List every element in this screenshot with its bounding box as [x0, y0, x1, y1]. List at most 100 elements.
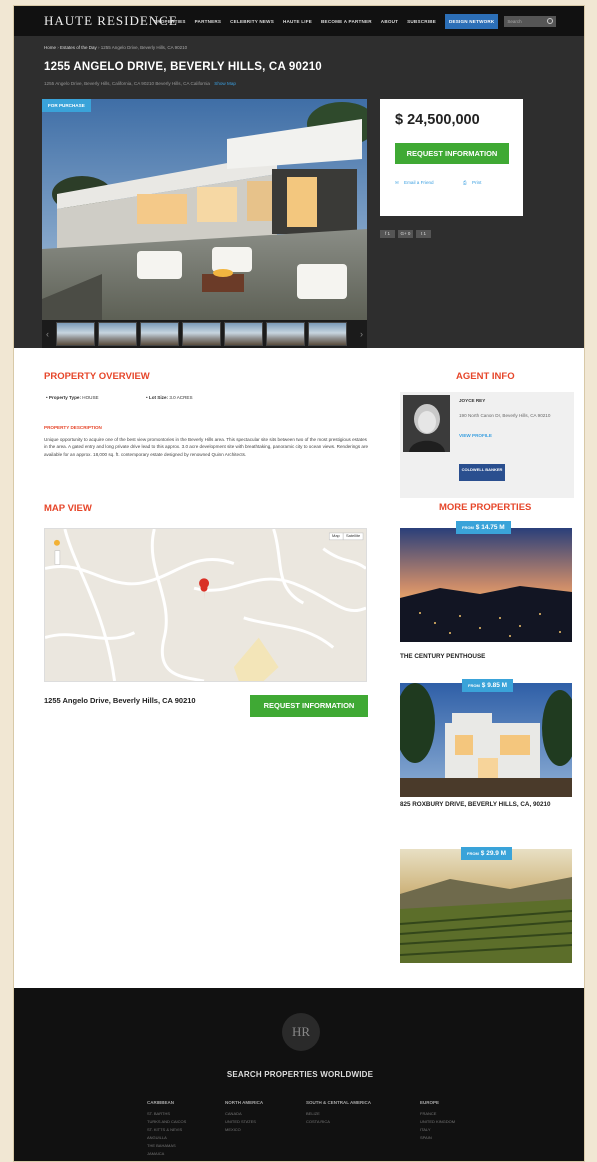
search-icon[interactable]	[547, 18, 554, 24]
search-input[interactable]: Search	[504, 15, 557, 27]
more-property-name[interactable]: THE CENTURY PENTHOUSE	[400, 651, 572, 662]
footer-heading: SEARCH PROPERTIES WORLDWIDE	[226, 1070, 374, 1079]
thumbnail[interactable]	[266, 322, 305, 346]
thumbnail[interactable]	[98, 322, 137, 346]
email-friend-link[interactable]: Email a Friend	[404, 180, 434, 185]
more-property-image[interactable]	[400, 683, 572, 797]
price-panel: $ 24,500,000 REQUEST INFORMATION ✉ Email…	[380, 99, 523, 216]
agent-address: 190 North Canon Dr, Beverly Hills, CA 90…	[459, 413, 551, 418]
map-view-heading: MAP VIEW	[44, 503, 92, 514]
lot-size: • Lot Size: 3.0 ACRES	[146, 395, 193, 400]
footer-link[interactable]: THE BAHAMAS	[147, 1143, 186, 1148]
footer-link[interactable]: CANADA	[225, 1111, 263, 1116]
footer-link[interactable]: ST. KITTS & NEVIS	[147, 1127, 186, 1132]
nav-item-celebrity-news[interactable]: CELEBRITY NEWS	[230, 19, 274, 24]
property-hero: Home › Estates of the Day › 1255 Angelo …	[14, 36, 584, 348]
property-type-value: HOUSE	[82, 395, 99, 400]
nav-item-design-network[interactable]: DESIGN NETWORK	[445, 13, 499, 29]
footer-column-south-central-america: SOUTH & CENTRAL AMERICA BELIZE COSTA RIC…	[306, 1100, 371, 1127]
envelope-icon: ✉	[395, 180, 399, 185]
more-property-price: $ 14.75 M	[475, 524, 505, 531]
more-property-price-tag: FROM $ 9.85 M	[462, 679, 514, 692]
agent-info-heading: AGENT INFO	[456, 371, 515, 382]
more-properties-heading: MORE PROPERTIES	[439, 502, 532, 513]
show-map-link[interactable]: Show Map	[214, 81, 236, 86]
property-address-text: 1255 Angelo Drive, Beverly Hills, Califo…	[44, 81, 210, 86]
main-nav: PROPERTIES PARTNERS CELEBRITY NEWS HAUTE…	[154, 13, 499, 29]
footer-link[interactable]: SPAIN	[420, 1135, 455, 1140]
footer-link[interactable]: TURKS AND CAICOS	[147, 1119, 186, 1124]
more-property-name[interactable]: 825 ROXBURY DRIVE, BEVERLY HILLS, CA, 90…	[400, 799, 572, 810]
more-property-price-tag: FROM $ 14.75 M	[456, 521, 511, 534]
price-prefix: FROM	[467, 851, 479, 856]
price-prefix: FROM	[462, 525, 474, 530]
footer-link[interactable]: JAMAICA	[147, 1151, 186, 1156]
thumbnail[interactable]	[140, 322, 179, 346]
nav-item-partners[interactable]: PARTNERS	[195, 19, 222, 24]
request-information-button[interactable]: REQUEST INFORMATION	[395, 143, 509, 164]
nav-item-haute-life[interactable]: HAUTE LIFE	[283, 19, 312, 24]
footer-link[interactable]: BELIZE	[306, 1111, 371, 1116]
thumbnail[interactable]	[182, 322, 221, 346]
agent-name: JOYCE REY	[459, 398, 486, 403]
footer-column-title: SOUTH & CENTRAL AMERICA	[306, 1100, 371, 1105]
property-main-photo[interactable]	[42, 99, 367, 320]
more-property-price: $ 9.85 M	[481, 682, 508, 689]
thumbs-next-icon[interactable]: ›	[360, 329, 363, 339]
breadcrumb-home[interactable]: Home	[44, 45, 56, 50]
footer-link[interactable]: MEXICO	[225, 1127, 263, 1132]
property-description: Unique opportunity to acquire one of the…	[44, 437, 369, 457]
site-logo[interactable]: HAUTE RESIDENCE	[44, 13, 177, 29]
thumbnail[interactable]	[56, 322, 95, 346]
thumbnail[interactable]	[308, 322, 347, 346]
footer-link[interactable]: UNITED KINGDOM	[420, 1119, 455, 1124]
search-placeholder: Search	[507, 18, 522, 24]
top-nav-bar: HAUTE RESIDENCE PROPERTIES PARTNERS CELE…	[14, 6, 584, 36]
nav-item-subscribe[interactable]: SUBSCRIBE	[407, 19, 436, 24]
thumbs-prev-icon[interactable]: ‹	[46, 329, 49, 339]
nav-item-properties[interactable]: PROPERTIES	[154, 19, 186, 24]
thumbnail[interactable]	[224, 322, 263, 346]
breadcrumb-parent[interactable]: Estates of the Day	[60, 45, 97, 50]
breadcrumb: Home › Estates of the Day › 1255 Angelo …	[44, 45, 188, 50]
more-property-price: $ 29.9 M	[480, 850, 507, 857]
footer-link[interactable]: ANGUILLA	[147, 1135, 186, 1140]
more-property-price-tag: FROM $ 29.9 M	[461, 847, 513, 860]
googleplus-share-button[interactable]: G+ 0	[398, 230, 413, 238]
page-title: 1255 ANGELO DRIVE, BEVERLY HILLS, CA 902…	[44, 61, 322, 73]
property-map[interactable]	[44, 528, 367, 682]
lot-size-label: Lot Size:	[148, 395, 169, 400]
footer-link[interactable]: ITALY	[420, 1127, 455, 1132]
footer-column-title: NORTH AMERICA	[225, 1100, 264, 1105]
request-information-button-bottom[interactable]: REQUEST INFORMATION	[250, 695, 368, 717]
map-type-map-button[interactable]: Map	[332, 533, 340, 538]
agent-card: JOYCE REY 190 North Canon Dr, Beverly Hi…	[400, 392, 574, 498]
footer-link[interactable]: UNITED STATES	[225, 1119, 263, 1124]
more-property-image[interactable]	[400, 528, 572, 642]
footer-link[interactable]: COSTA RICA	[306, 1119, 371, 1124]
more-property-image[interactable]	[400, 849, 572, 963]
photo-thumbnail-strip: ‹ ›	[42, 320, 367, 348]
breadcrumb-current: 1255 Angelo Drive, Beverly Hills, CA 902…	[100, 45, 188, 50]
twitter-share-button[interactable]: t 1	[416, 230, 431, 238]
site-footer: HR SEARCH PROPERTIES WORLDWIDE CARIBBEAN…	[14, 988, 584, 1161]
map-type-satellite-button[interactable]: Satellite	[346, 533, 360, 538]
footer-column-caribbean: CARIBBEAN ST. BARTHS TURKS AND CAICOS ST…	[147, 1100, 186, 1159]
property-overview-heading: PROPERTY OVERVIEW	[44, 371, 150, 382]
print-link[interactable]: Print	[472, 180, 481, 185]
footer-column-europe: EUROPE FRANCE UNITED KINGDOM ITALY SPAIN	[420, 1100, 455, 1143]
footer-logo[interactable]: HR	[282, 1013, 320, 1051]
footer-link[interactable]: FRANCE	[420, 1111, 455, 1116]
property-address: 1255 Angelo Drive, Beverly Hills, Califo…	[44, 81, 236, 86]
footer-link[interactable]: ST. BARTHS	[147, 1111, 186, 1116]
property-type-label: Property Type:	[48, 395, 81, 400]
facebook-share-button[interactable]: f 1	[380, 230, 395, 238]
agent-photo	[403, 395, 450, 452]
brokerage-logo[interactable]: COLDWELL BANKER	[459, 464, 505, 481]
nav-item-become-partner[interactable]: BECOME A PARTNER	[321, 19, 372, 24]
view-profile-link[interactable]: VIEW PROFILE	[459, 433, 492, 438]
property-description-title: PROPERTY DESCRIPTION	[44, 425, 102, 430]
map-address: 1255 Angelo Drive, Beverly Hills, CA 902…	[44, 696, 196, 705]
footer-column-title: CARIBBEAN	[147, 1100, 174, 1105]
nav-item-about[interactable]: ABOUT	[381, 19, 398, 24]
